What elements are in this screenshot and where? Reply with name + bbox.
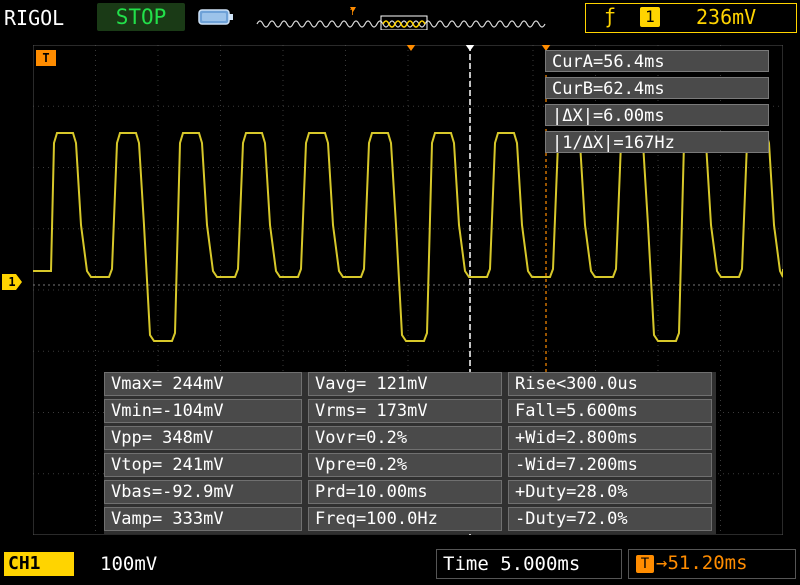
measurement-cell: -Duty=72.0% [508, 507, 712, 531]
brand-label: RIGOL [4, 6, 65, 30]
measurement-cell: Prd=10.00ms [308, 480, 502, 504]
run-stop-status[interactable]: STOP [97, 3, 185, 31]
measurement-panel: Vmax= 244mV Vavg= 121mV Rise<300.0us Vmin=-… [104, 372, 716, 534]
battery-icon [198, 9, 233, 25]
memory-timeline[interactable]: T [255, 6, 555, 30]
measurement-cell: Vrms= 173mV [308, 399, 502, 423]
trigger-level-marker: T [36, 50, 56, 66]
channel-1-trace [33, 132, 783, 342]
measurement-cell: Vovr=0.2% [308, 426, 502, 450]
measurement-cell: +Wid=2.800ms [508, 426, 712, 450]
timebase-readout[interactable]: Time 5.000ms [436, 549, 622, 579]
trigger-level: 236mV [696, 5, 757, 29]
cursor-b-readout: CurB=62.4ms [545, 77, 769, 99]
trigger-source-badge: 1 [640, 7, 660, 27]
trigger-delay-icon: T [636, 555, 654, 573]
delta-x-readout: |ΔX|=6.00ms [545, 104, 769, 126]
rising-edge-icon: ƒ [604, 4, 617, 28]
channel-1-offset-marker[interactable]: 1 [2, 274, 22, 290]
measurement-cell: Vpp= 348mV [104, 426, 302, 450]
measurement-cell: Vmax= 244mV [104, 372, 302, 396]
measurement-cell: Vpre=0.2% [308, 453, 502, 477]
measurement-cell: Freq=100.0Hz [308, 507, 502, 531]
trigger-delay-text: 51.20ms [667, 552, 748, 574]
svg-text:T: T [350, 8, 355, 17]
measurement-cell: Vamp= 333mV [104, 507, 302, 531]
measurement-cell: Vavg= 121mV [308, 372, 502, 396]
inverse-delta-x-readout: |1/ΔX|=167Hz [545, 131, 769, 153]
cursor-a-marker [465, 45, 475, 51]
channel-1-scale: 100mV [100, 553, 158, 575]
measurement-cell: Vmin=-104mV [104, 399, 302, 423]
measurement-cell: Fall=5.600ms [508, 399, 712, 423]
timebase-value: Time 5.000ms [443, 553, 581, 575]
trigger-delay-value: →51.20ms [656, 552, 748, 574]
cursor-a-readout: CurA=56.4ms [545, 50, 769, 72]
channel-1-label[interactable]: CH1 [4, 552, 74, 576]
measurement-cell: -Wid=7.200ms [508, 453, 712, 477]
trigger-panel[interactable] [585, 3, 797, 33]
arrow-right-icon: → [656, 552, 668, 574]
measurement-cell: Rise<300.0us [508, 372, 712, 396]
measurement-cell: Vtop= 241mV [104, 453, 302, 477]
measurement-cell: +Duty=28.0% [508, 480, 712, 504]
measurement-cell: Vbas=-92.9mV [104, 480, 302, 504]
